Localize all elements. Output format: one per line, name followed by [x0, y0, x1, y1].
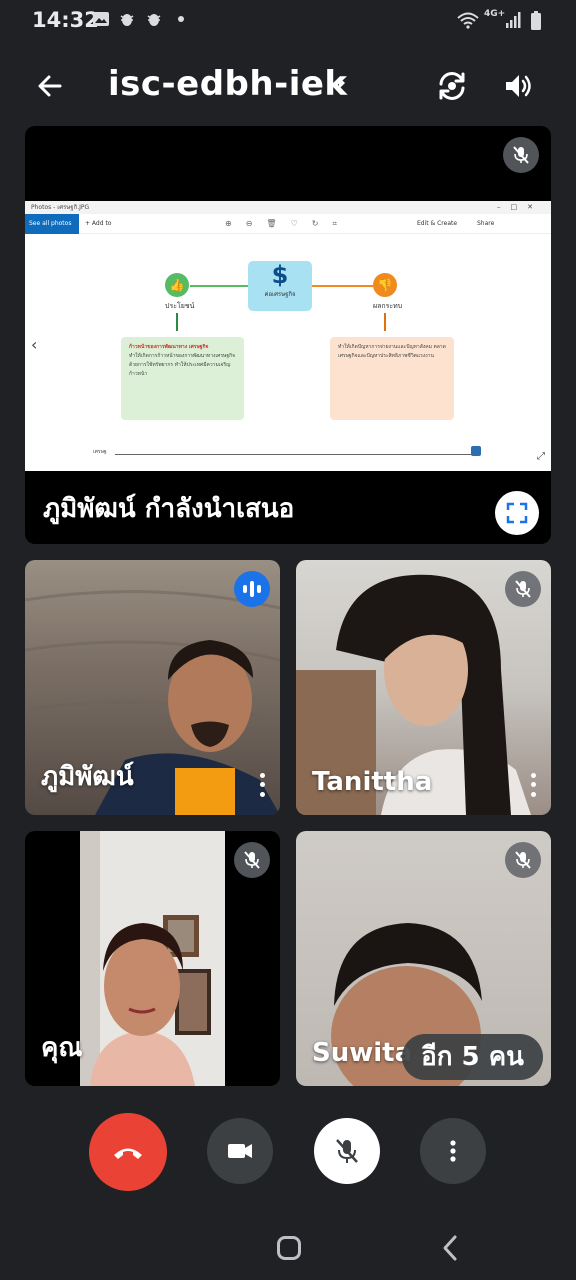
expand-icon: ⤢	[537, 451, 545, 462]
mic-off-icon	[336, 1139, 358, 1163]
clock: 14:32	[32, 8, 99, 32]
signal-icon	[505, 11, 521, 33]
meeting-code[interactable]: isc-edbh-iek	[108, 64, 348, 104]
speaking-indicator-icon	[234, 571, 270, 607]
benefit-label: ประโยชน์	[165, 302, 195, 310]
participant-tile[interactable]: Tanittha	[296, 560, 551, 815]
switch-camera-icon[interactable]	[432, 66, 472, 106]
end-call-icon	[114, 1148, 142, 1159]
economy-label: ค่อเศรษฐกิจ	[264, 291, 296, 298]
participant-name: ภูมิพัฒน์	[41, 762, 134, 792]
arrow-down-icon	[176, 313, 178, 331]
network-type: 4G+	[484, 9, 506, 19]
mic-off-icon	[503, 137, 539, 173]
arrow-down-icon	[384, 313, 386, 331]
bug-icon	[119, 11, 135, 31]
participant-name: Suwita	[312, 1038, 413, 1068]
connector-line	[312, 285, 373, 287]
window-title: Photos - เศรษฐกิ.JPG	[31, 204, 90, 211]
more-options-icon[interactable]	[525, 771, 541, 799]
mic-off-icon	[234, 842, 270, 878]
mic-off-icon	[505, 842, 541, 878]
status-bar: 14:32 4G+	[0, 0, 576, 44]
speaker-icon[interactable]	[498, 66, 538, 106]
chevron-right-icon[interactable]	[336, 74, 348, 97]
see-all-photos-button: See all photos	[25, 214, 79, 234]
progress-label: เศรษฐ	[93, 449, 107, 455]
connector-line	[190, 285, 248, 287]
window-controls: –□✕	[497, 203, 543, 211]
add-to-button: + Add to	[85, 220, 112, 227]
thumbs-down-icon: 👎	[373, 273, 397, 297]
benefit-highlight: ก้าวหน้าของการพัฒนาทาง เศรษฐกิจ	[129, 344, 209, 350]
share-button: Share	[477, 220, 495, 227]
fullscreen-button[interactable]	[495, 491, 539, 535]
benefit-text: ทำให้เกิดการก้าวหน้าของการพัฒนาทางเศรษฐก…	[129, 353, 236, 377]
home-icon[interactable]	[277, 1236, 301, 1260]
battery-icon	[530, 11, 542, 35]
bug-icon	[146, 11, 162, 31]
dot-icon	[178, 16, 184, 22]
window-titlebar: Photos - เศรษฐกิ.JPG –□✕	[25, 201, 551, 214]
more-participants-badge[interactable]: อีก 5 คน	[402, 1034, 543, 1080]
benefit-card: ก้าวหน้าของการพัฒนาทาง เศรษฐกิจ ทำให้เกิ…	[121, 337, 244, 420]
camera-icon	[228, 1144, 252, 1158]
meeting-header: isc-edbh-iek	[0, 56, 576, 116]
more-options-icon[interactable]	[254, 771, 270, 799]
photos-toolbar: See all photos + Add to ⊕⊖🗑♡↻⌗ Edit & Cr…	[25, 214, 551, 234]
slide-progress-bar	[115, 454, 473, 455]
microphone-button[interactable]	[314, 1118, 380, 1184]
participant-tile[interactable]: คุณ	[25, 831, 280, 1086]
wifi-icon	[456, 11, 480, 33]
photo-tools-icons: ⊕⊖🗑♡↻⌗	[225, 219, 351, 228]
presentation-tile[interactable]: Photos - เศรษฐกิ.JPG –□✕ See all photos …	[25, 126, 551, 544]
image-icon	[92, 11, 110, 31]
economy-box: $ ค่อเศรษฐกิจ	[248, 261, 312, 311]
mic-off-icon	[505, 571, 541, 607]
slide-progress-end	[471, 446, 481, 456]
more-options-button[interactable]	[420, 1118, 486, 1184]
dollar-icon: $	[271, 261, 289, 289]
end-call-button[interactable]	[89, 1113, 167, 1191]
fullscreen-icon	[506, 502, 528, 524]
camera-button[interactable]	[207, 1118, 273, 1184]
participant-name: Tanittha	[312, 767, 433, 797]
impact-text: ทำให้เกิดปัญหาการจ่ายงานและปัญหาสังคม ตล…	[338, 344, 446, 359]
edit-create-button: Edit & Create	[417, 220, 458, 227]
shared-screen: Photos - เศรษฐกิ.JPG –□✕ See all photos …	[25, 201, 551, 471]
participant-tile[interactable]: ภูมิพัฒน์	[25, 560, 280, 815]
more-vert-icon	[450, 1140, 456, 1162]
impact-label: ผลกระทบ	[373, 302, 403, 310]
thumbs-up-icon: 👍	[165, 273, 189, 297]
presenter-label: ภูมิพัฒน์ กำลังนำเสนอ	[43, 494, 295, 524]
chevron-left-icon: ‹	[31, 335, 38, 354]
back-arrow-icon[interactable]	[30, 66, 70, 106]
back-icon[interactable]	[440, 1234, 460, 1266]
participant-name: คุณ	[41, 1033, 83, 1063]
impact-card: ทำให้เกิดปัญหาการจ่ายงานและปัญหาสังคม ตล…	[330, 337, 454, 420]
